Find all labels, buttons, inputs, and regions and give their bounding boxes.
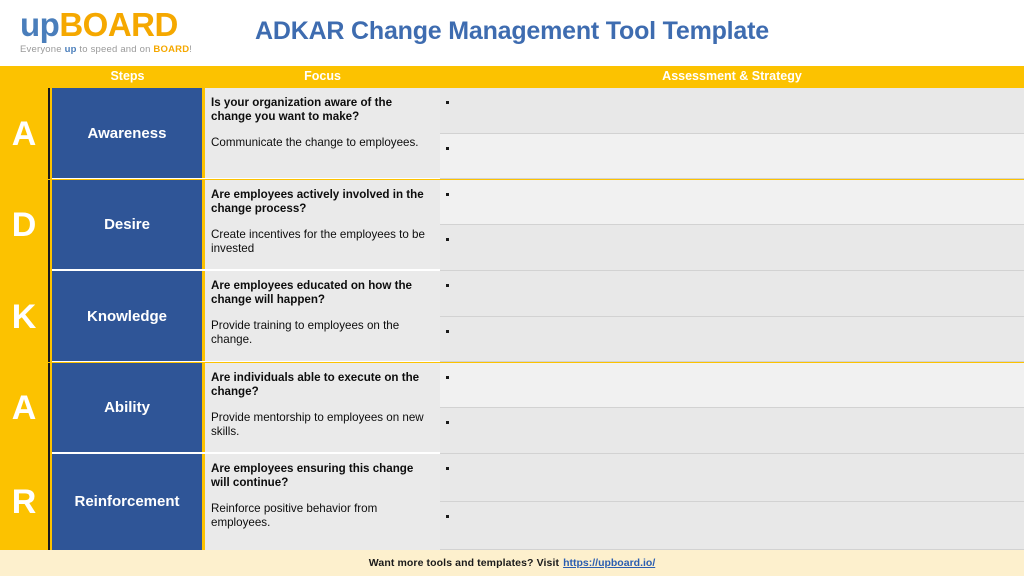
focus-cell: Is your organization aware of the change… bbox=[205, 88, 440, 179]
tagline-board: BOARD bbox=[153, 44, 190, 55]
adkar-letter: A bbox=[11, 114, 37, 153]
assessment-entry[interactable] bbox=[440, 271, 1024, 317]
step-name-cell: Reinforcement bbox=[52, 454, 202, 550]
adkar-letter-cell: K bbox=[0, 271, 50, 362]
bullet-icon bbox=[446, 329, 449, 333]
focus-action: Provide mentorship to employees on new s… bbox=[211, 410, 424, 438]
adkar-letter: D bbox=[11, 206, 37, 244]
column-header-focus: Focus bbox=[304, 69, 341, 83]
adkar-letter: R bbox=[11, 483, 37, 521]
tagline-part-3: ! bbox=[189, 44, 193, 55]
focus-question: Are employees educated on how the change… bbox=[211, 279, 413, 306]
focus-action: Provide training to employees on the cha… bbox=[211, 319, 400, 346]
column-header-assessment: Assessment & Strategy bbox=[662, 69, 802, 83]
step-name: Ability bbox=[104, 399, 150, 416]
bullet-icon bbox=[446, 515, 449, 518]
adkar-letter-cell: A bbox=[0, 362, 50, 454]
assessment-entry[interactable] bbox=[440, 225, 1024, 271]
adkar-letter-cell: D bbox=[0, 179, 50, 271]
focus-question: Are employees ensuring this change will … bbox=[211, 462, 414, 489]
bullet-icon bbox=[446, 238, 449, 241]
logo-wordmark: upBOARD bbox=[20, 8, 210, 42]
bullet-icon bbox=[446, 192, 449, 196]
step-name-cell: Awareness bbox=[52, 88, 202, 179]
page-title: ADKAR Change Management Tool Template bbox=[255, 17, 769, 45]
step-name: Awareness bbox=[87, 124, 167, 142]
adkar-letter-cell: A bbox=[0, 88, 50, 179]
logo-board-text: BOARD bbox=[59, 6, 178, 43]
tagline-part-2: to speed and on bbox=[76, 44, 154, 55]
bullet-icon bbox=[446, 284, 449, 287]
upboard-logo[interactable]: upBOARD Everyone up to speed and on BOAR… bbox=[20, 8, 210, 56]
assessment-entry[interactable] bbox=[440, 179, 1024, 225]
assessment-entry[interactable] bbox=[440, 454, 1024, 502]
step-name-cell: Ability bbox=[52, 362, 202, 454]
assessment-entry[interactable] bbox=[440, 133, 1024, 179]
focus-question: Are employees actively involved in the c… bbox=[211, 187, 424, 215]
table-row: D Desire Are employees actively involved… bbox=[0, 179, 1024, 271]
bullet-icon bbox=[446, 421, 449, 424]
assessment-entry[interactable] bbox=[440, 362, 1024, 408]
assessment-entry[interactable] bbox=[440, 502, 1024, 550]
bullet-icon bbox=[446, 467, 449, 470]
bullet-icon bbox=[446, 375, 449, 379]
step-name: Knowledge bbox=[86, 307, 167, 325]
step-name: Desire bbox=[104, 216, 150, 233]
assessment-cell bbox=[440, 179, 1024, 271]
focus-question: Are individuals able to execute on the c… bbox=[211, 370, 420, 398]
footer-text: Want more tools and templates? Visit bbox=[368, 557, 560, 569]
tagline-up: up bbox=[64, 44, 77, 55]
table-row: A Awareness Is your organization aware o… bbox=[0, 88, 1024, 179]
logo-tagline: Everyone up to speed and on BOARD! bbox=[20, 44, 210, 56]
adkar-letter: K bbox=[11, 297, 37, 336]
assessment-cell bbox=[440, 88, 1024, 179]
table-row: A Ability Are individuals able to execut… bbox=[0, 362, 1024, 454]
focus-cell: Are employees actively involved in the c… bbox=[205, 179, 440, 271]
table-body: A Awareness Is your organization aware o… bbox=[0, 88, 1024, 550]
bullet-icon bbox=[446, 101, 449, 104]
assessment-entry[interactable] bbox=[440, 408, 1024, 454]
assessment-cell bbox=[440, 454, 1024, 550]
focus-cell: Are employees educated on how the change… bbox=[205, 271, 440, 362]
focus-action: Reinforce positive behavior from employe… bbox=[211, 502, 378, 529]
assessment-entry[interactable] bbox=[440, 316, 1024, 362]
assessment-cell bbox=[440, 362, 1024, 454]
focus-action: Create incentives for the employees to b… bbox=[211, 227, 425, 255]
focus-action: Communicate the change to employees. bbox=[211, 136, 419, 149]
step-name: Reinforcement bbox=[74, 493, 180, 510]
step-name-cell: Knowledge bbox=[52, 271, 202, 362]
bullet-icon bbox=[446, 146, 449, 150]
slide-header: upBOARD Everyone up to speed and on BOAR… bbox=[0, 0, 1024, 66]
adkar-letter: A bbox=[11, 389, 37, 427]
slide-footer: Want more tools and templates? Visit htt… bbox=[0, 550, 1024, 576]
focus-cell: Are individuals able to execute on the c… bbox=[205, 362, 440, 454]
assessment-cell bbox=[440, 271, 1024, 362]
logo-up-text: up bbox=[20, 6, 60, 43]
table-row: R Reinforcement Are employees ensuring t… bbox=[0, 454, 1024, 550]
table-row: K Knowledge Are employees educated on ho… bbox=[0, 271, 1024, 362]
assessment-entry[interactable] bbox=[440, 88, 1024, 134]
focus-cell: Are employees ensuring this change will … bbox=[205, 454, 440, 550]
tagline-part-1: Everyone bbox=[20, 44, 65, 55]
slide-canvas: upBOARD Everyone up to speed and on BOAR… bbox=[0, 0, 1024, 576]
step-name-cell: Desire bbox=[52, 179, 202, 271]
column-header-steps: Steps bbox=[110, 69, 145, 83]
focus-question: Is your organization aware of the change… bbox=[211, 96, 393, 123]
footer-link[interactable]: https://upboard.io/ bbox=[563, 557, 655, 569]
table-header-row: Steps Focus Assessment & Strategy bbox=[0, 66, 1024, 88]
adkar-letter-cell: R bbox=[0, 454, 50, 550]
